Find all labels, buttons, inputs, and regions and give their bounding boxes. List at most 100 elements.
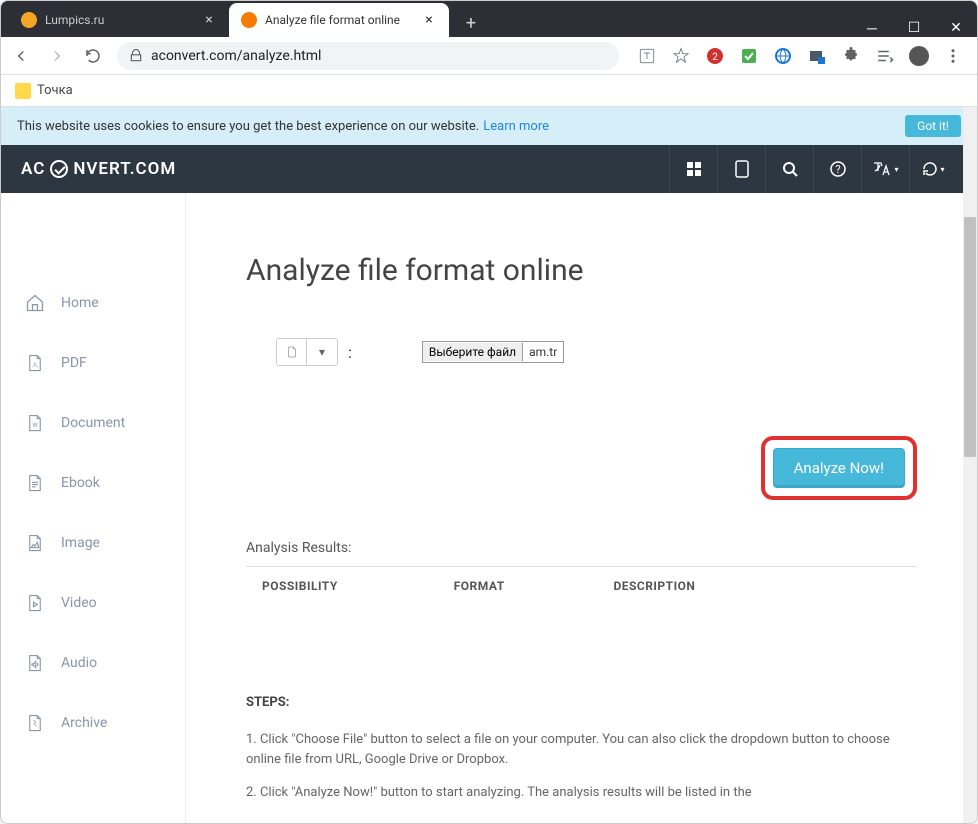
address-bar: aconvert.com/analyze.html 2	[1, 37, 977, 75]
sidebar-item-video[interactable]: Video	[1, 573, 185, 633]
sidebar-label: Archive	[61, 715, 107, 731]
minimize-button[interactable]: ─	[863, 19, 881, 37]
extensions-icon[interactable]	[841, 46, 861, 66]
reading-list-icon[interactable]	[875, 46, 895, 66]
help-icon[interactable]: ?	[813, 145, 861, 193]
language-icon[interactable]: ▾	[861, 145, 909, 193]
new-tab-button[interactable]: +	[457, 9, 485, 37]
header-actions: ? ▾ ▾	[669, 145, 957, 193]
sidebar-label: Image	[61, 535, 100, 551]
forward-button[interactable]	[45, 44, 69, 68]
sidebar-item-pdf[interactable]: 入 PDF	[1, 333, 185, 393]
favicon-icon	[241, 12, 257, 28]
url-text: aconvert.com/analyze.html	[151, 48, 321, 64]
url-actions: 2	[631, 46, 969, 66]
star-icon[interactable]	[671, 46, 691, 66]
sidebar-label: Home	[61, 295, 99, 311]
sidebar-label: PDF	[61, 355, 87, 371]
vertical-scrollbar[interactable]	[963, 107, 977, 823]
analyze-button[interactable]: Analyze Now!	[773, 448, 905, 488]
logo-suffix: NVERT.COM	[73, 159, 176, 179]
sidebar-item-home[interactable]: Home	[1, 273, 185, 333]
file-icon-button[interactable]	[277, 339, 307, 365]
ebook-icon	[25, 473, 45, 493]
highlight-annotation: Analyze Now!	[761, 436, 917, 500]
menu-icon[interactable]	[943, 46, 963, 66]
sidebar-label: Document	[61, 415, 125, 431]
cookie-banner: This website uses cookies to ensure you …	[1, 107, 977, 145]
tab-title: Lumpics.ru	[45, 13, 104, 27]
sidebar-label: Ebook	[61, 475, 100, 491]
results-heading: Analysis Results:	[246, 540, 917, 556]
tab-title: Analyze file format online	[265, 13, 400, 27]
file-dropdown-button[interactable]: ▾	[307, 339, 337, 365]
bookmarks-bar: Точка	[1, 75, 977, 107]
translate-icon[interactable]	[637, 46, 657, 66]
refresh-logo-icon	[50, 160, 68, 178]
lock-icon	[129, 49, 143, 63]
avatar-icon[interactable]	[909, 46, 929, 66]
close-icon[interactable]: ×	[421, 12, 437, 28]
tab-analyze[interactable]: Analyze file format online ×	[229, 3, 449, 37]
refresh-icon[interactable]: ▾	[909, 145, 957, 193]
sidebar-item-document[interactable]: W Document	[1, 393, 185, 453]
choose-file-button[interactable]: Выберите файл	[423, 343, 523, 361]
page-content: This website uses cookies to ensure you …	[1, 107, 977, 823]
ext2-icon[interactable]	[739, 46, 759, 66]
svg-text:入: 入	[32, 362, 38, 369]
sidebar-item-audio[interactable]: Audio	[1, 633, 185, 693]
close-button[interactable]: ✕	[947, 19, 965, 37]
step-1: 1. Click "Choose File" button to select …	[246, 730, 917, 769]
scrollbar-thumb[interactable]	[964, 217, 976, 457]
url-input[interactable]: aconvert.com/analyze.html	[117, 42, 619, 70]
browser-tabs: Lumpics.ru × Analyze file format online …	[1, 1, 977, 37]
ext4-icon[interactable]	[807, 46, 827, 66]
search-icon[interactable]	[765, 145, 813, 193]
grid-icon[interactable]	[669, 145, 717, 193]
steps-heading: STEPS:	[246, 695, 917, 710]
upload-row: ▾ : Выберите файл am.tr	[276, 338, 917, 366]
site-logo[interactable]: AC NVERT.COM	[21, 159, 176, 179]
sidebar-item-image[interactable]: Image	[1, 513, 185, 573]
svg-text:2: 2	[712, 52, 718, 63]
mobile-icon[interactable]	[717, 145, 765, 193]
ext1-icon[interactable]: 2	[705, 46, 725, 66]
cookie-accept-button[interactable]: Got it!	[905, 115, 961, 137]
page-title: Analyze file format online	[246, 253, 917, 288]
col-format: FORMAT	[454, 579, 614, 593]
site-header: AC NVERT.COM ? ▾ ▾	[1, 145, 977, 193]
video-icon	[25, 593, 45, 613]
col-possibility: POSSIBILITY	[262, 579, 454, 593]
file-input-wrapper: Выберите файл am.tr	[422, 341, 564, 363]
sidebar-item-archive[interactable]: Archive	[1, 693, 185, 753]
bookmark-item[interactable]: Точка	[37, 83, 73, 98]
tab-lumpics[interactable]: Lumpics.ru ×	[9, 3, 229, 37]
col-description: DESCRIPTION	[613, 579, 901, 593]
pdf-icon: 入	[25, 353, 45, 373]
svg-text:?: ?	[835, 163, 840, 176]
document-icon: W	[25, 413, 45, 433]
results-table: POSSIBILITY FORMAT DESCRIPTION	[246, 566, 917, 605]
ext3-icon[interactable]	[773, 46, 793, 66]
step-2: 2. Click "Analyze Now!" button to start …	[246, 783, 917, 803]
maximize-button[interactable]: ☐	[905, 19, 923, 37]
cookie-learn-more-link[interactable]: Learn more	[483, 119, 549, 134]
favicon-icon	[21, 12, 37, 28]
image-icon	[25, 533, 45, 553]
svg-text:W: W	[32, 422, 38, 429]
logo-prefix: AC	[21, 159, 45, 179]
window-controls: ─ ☐ ✕	[863, 19, 977, 37]
sidebar-item-ebook[interactable]: Ebook	[1, 453, 185, 513]
archive-icon	[25, 713, 45, 733]
home-icon	[25, 293, 45, 313]
colon-label: :	[348, 343, 352, 362]
file-source-group: ▾	[276, 338, 338, 366]
cookie-text: This website uses cookies to ensure you …	[17, 119, 479, 134]
back-button[interactable]	[9, 44, 33, 68]
close-icon[interactable]: ×	[201, 12, 217, 28]
reload-button[interactable]	[81, 44, 105, 68]
sidebar-label: Video	[61, 595, 97, 611]
sidebar: Home 入 PDF W Document Ebook Image	[1, 193, 186, 823]
chosen-file-name: am.tr	[523, 345, 563, 359]
bookmark-folder-icon	[15, 83, 31, 99]
